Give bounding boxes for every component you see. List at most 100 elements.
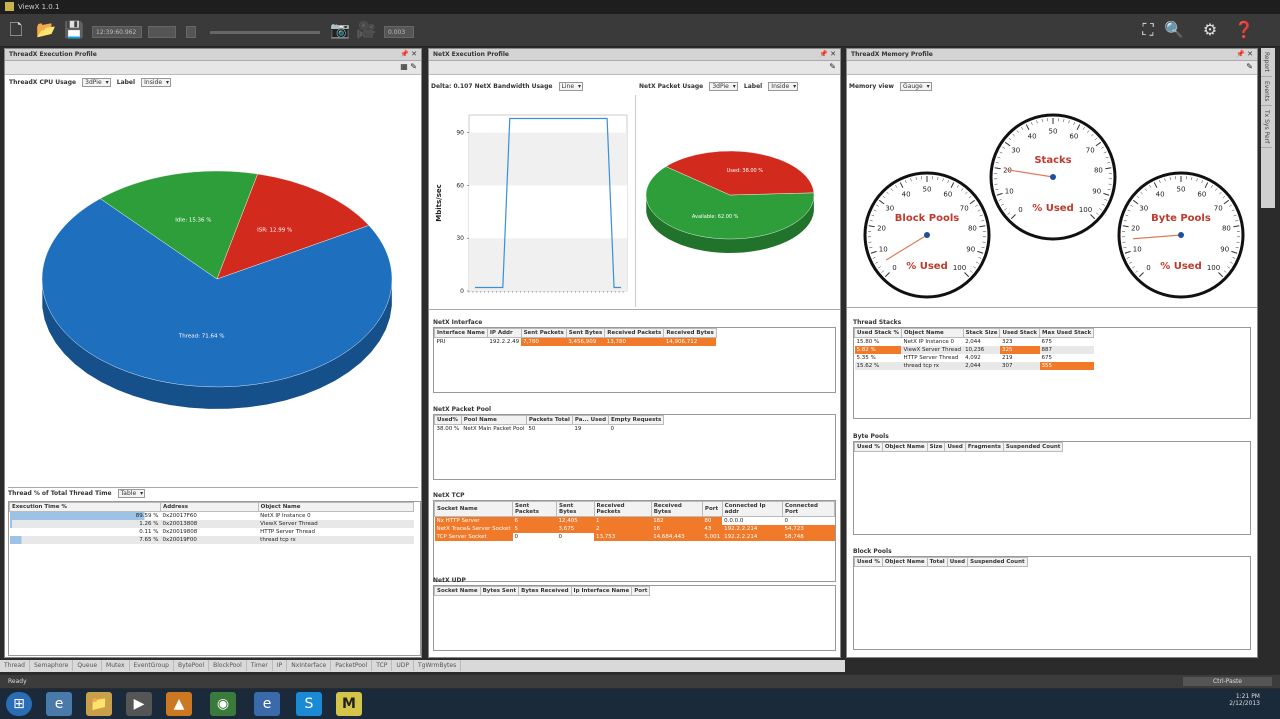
bottom-tab[interactable]: TgWrmBytes xyxy=(414,660,462,671)
table-row[interactable]: 89.59 % 0x20017F60 NetX IP Instance 0 xyxy=(9,511,414,520)
table-row[interactable]: 7.65 % 0x20019F00 thread tcp rx xyxy=(9,536,414,544)
bottom-tab[interactable]: Thread xyxy=(0,660,30,671)
pool-col-header[interactable]: Packets Total xyxy=(525,415,573,425)
byte-col-header[interactable]: Used xyxy=(944,442,966,452)
bottom-tab[interactable]: TCP xyxy=(372,660,393,671)
stacks-col-header[interactable]: Max Used Stack xyxy=(1039,328,1095,338)
pool-col-header[interactable]: Pool Name xyxy=(460,415,527,425)
iface-col-header[interactable]: Interface Name xyxy=(434,328,488,338)
table-view-icon[interactable]: ▦ ✎ xyxy=(400,62,417,71)
media-player-icon[interactable]: ▶ xyxy=(126,692,152,716)
label-select[interactable]: Inside xyxy=(768,82,799,91)
table-row[interactable]: 5.82 % ViewX Server Thread 10,236 325 887 xyxy=(854,346,1094,354)
ie-browser-icon[interactable]: e xyxy=(254,692,280,716)
vlc-icon[interactable]: ▲ xyxy=(166,692,192,716)
iface-col-header[interactable]: IP Addr xyxy=(486,328,522,338)
open-folder-icon[interactable]: 📂 xyxy=(36,20,56,40)
bottom-tab[interactable]: Mutex xyxy=(102,660,130,671)
block-col-header[interactable]: Used % xyxy=(854,557,883,567)
bottom-tab[interactable]: BytePool xyxy=(174,660,210,671)
pin-icon[interactable]: 📌 ✕ xyxy=(400,50,417,58)
exec-col-header[interactable]: Object Name xyxy=(257,502,415,512)
bottom-tab[interactable]: IP xyxy=(273,660,288,671)
ie-icon[interactable]: e xyxy=(46,692,72,716)
delta-field[interactable]: 0.003 xyxy=(384,26,414,38)
bottom-tab[interactable]: NxInterface xyxy=(287,660,332,671)
exec-col-header[interactable]: Address xyxy=(159,502,259,512)
table-row[interactable]: 15.80 % NetX IP Instance 0 2,044 323 675 xyxy=(855,338,1094,347)
chrome-icon[interactable]: ◉ xyxy=(210,692,236,716)
udp-col-header[interactable]: Ip Interface Name xyxy=(570,586,633,596)
stacks-col-header[interactable]: Used Stack xyxy=(999,328,1041,338)
packet-type-select[interactable]: 3dPie xyxy=(709,82,738,91)
side-tab[interactable]: Events xyxy=(1261,77,1272,107)
timestamp-field[interactable]: 12:39:60.962 xyxy=(92,26,142,38)
pin-icon[interactable]: 📌 ✕ xyxy=(819,50,836,58)
byte-col-header[interactable]: Used % xyxy=(854,442,883,452)
udp-col-header[interactable]: Bytes Received xyxy=(518,586,572,596)
side-tab[interactable]: Tx Sys Perf xyxy=(1261,106,1272,149)
tcp-col-header[interactable]: Sent Bytes xyxy=(556,501,595,517)
udp-col-header[interactable]: Port xyxy=(631,586,651,596)
iface-col-header[interactable]: Sent Bytes xyxy=(565,328,606,338)
bottom-tab[interactable]: UDP xyxy=(392,660,415,671)
skype-icon[interactable]: S xyxy=(296,692,322,716)
iface-col-header[interactable]: Received Packets xyxy=(604,328,665,338)
bottom-tab[interactable]: BlockPool xyxy=(209,660,247,671)
table-row[interactable]: 5.35 % HTTP Server Thread 4,092 219 675 xyxy=(855,354,1094,362)
tcp-col-header[interactable]: Port xyxy=(701,501,723,517)
stop-button[interactable] xyxy=(186,26,196,38)
stacks-col-header[interactable]: Object Name xyxy=(900,328,964,338)
bottom-tab[interactable]: EventGroup xyxy=(130,660,174,671)
block-col-header[interactable]: Suspended Count xyxy=(967,557,1028,567)
bottom-tab[interactable]: Queue xyxy=(73,660,103,671)
search-icon[interactable]: 🔍 xyxy=(1164,20,1184,40)
pin-icon[interactable]: 📌 ✕ xyxy=(1236,50,1253,58)
pool-col-header[interactable]: Used% xyxy=(434,415,462,425)
label-select[interactable]: Inside xyxy=(141,78,172,87)
byte-col-header[interactable]: Size xyxy=(926,442,946,452)
viewx-taskbar-icon[interactable]: M xyxy=(336,692,362,716)
folder-icon[interactable]: 📁 xyxy=(86,692,112,716)
table-row[interactable]: TCP Server Socket 0 0 13,753 14,684,443 5,001… xyxy=(434,533,835,541)
save-icon[interactable]: 💾 xyxy=(64,20,84,40)
byte-col-header[interactable]: Suspended Count xyxy=(1002,442,1064,452)
udp-col-header[interactable]: Bytes Sent xyxy=(479,586,520,596)
block-col-header[interactable]: Total xyxy=(926,557,948,567)
gear-icon[interactable]: ⚙ xyxy=(1200,20,1220,40)
block-col-header[interactable]: Used xyxy=(946,557,969,567)
table-row[interactable]: 15.62 % thread tcp rx 2,044 307 355 xyxy=(854,362,1094,370)
bottom-tab[interactable]: PacketPool xyxy=(331,660,373,671)
edit-icon[interactable]: ✎ xyxy=(1246,62,1253,71)
tcp-col-header[interactable]: Socket Name xyxy=(434,501,513,517)
new-file-icon[interactable]: 🗋 xyxy=(6,20,26,40)
table-row[interactable]: 0.11 % 0x20019808 HTTP Server Thread xyxy=(9,528,414,536)
tcp-col-header[interactable]: Connected Port xyxy=(782,501,835,517)
fit-screen-icon[interactable]: ⛶ xyxy=(1138,20,1158,40)
start-button-icon[interactable]: ⊞ xyxy=(6,692,32,716)
tcp-col-header[interactable]: Sent Packets xyxy=(511,501,558,517)
byte-col-header[interactable]: Object Name xyxy=(881,442,928,452)
memory-view-select[interactable]: Gauge xyxy=(900,82,932,91)
side-tab[interactable]: Report xyxy=(1261,48,1272,77)
tcp-col-header[interactable]: Connected Ip addr xyxy=(721,501,784,517)
camera-icon[interactable]: 📷 xyxy=(330,20,350,40)
chart-type-select[interactable]: 3dPie xyxy=(82,78,111,87)
table-row[interactable]: NetX Trace& Server Socket 5 3,675 2 16 43 192.… xyxy=(434,525,835,533)
byte-col-header[interactable]: Fragments xyxy=(964,442,1004,452)
stacks-col-header[interactable]: Used Stack % xyxy=(854,328,902,338)
iface-col-header[interactable]: Sent Packets xyxy=(520,328,567,338)
iface-col-header[interactable]: Received Bytes xyxy=(663,328,717,338)
pool-col-header[interactable]: Empty Requests xyxy=(608,415,665,425)
pool-col-header[interactable]: Pa... Used xyxy=(571,415,610,425)
tcp-col-header[interactable]: Received Packets xyxy=(593,501,652,517)
table-type-select[interactable]: Table xyxy=(117,489,146,498)
bottom-tab[interactable]: Timer xyxy=(247,660,273,671)
exec-col-header[interactable]: Execution Time % xyxy=(9,502,161,512)
udp-col-header[interactable]: Socket Name xyxy=(434,586,481,596)
bottom-tab[interactable]: Semaphore xyxy=(30,660,74,671)
edit-icon[interactable]: ✎ xyxy=(829,62,836,71)
bandwidth-type-select[interactable]: Line xyxy=(558,82,584,91)
block-col-header[interactable]: Object Name xyxy=(881,557,928,567)
timeline-slider[interactable] xyxy=(210,31,320,34)
